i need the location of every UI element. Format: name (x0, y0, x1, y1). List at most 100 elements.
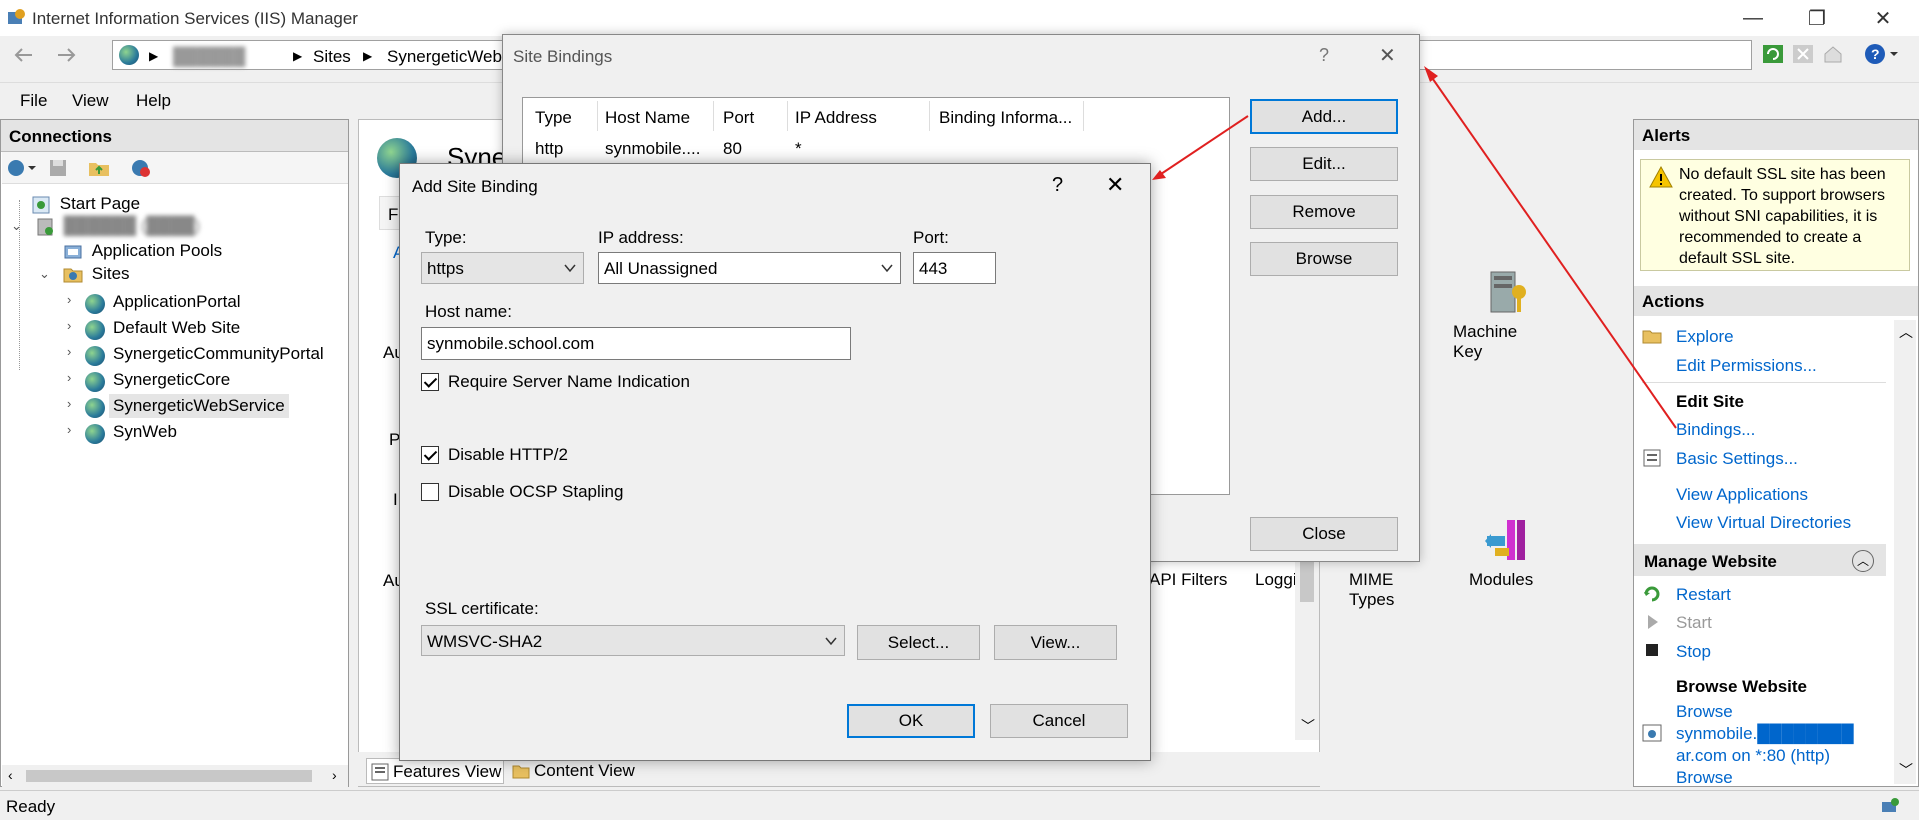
tree-label: Sites (91, 264, 130, 283)
host-name-input[interactable]: synmobile.school.com (421, 327, 851, 360)
site-bindings-help-button[interactable]: ? (1319, 45, 1329, 66)
back-arrow-icon[interactable] (10, 44, 36, 66)
require-sni-label[interactable]: Require Server Name Indication (448, 372, 690, 392)
port-input[interactable]: 443 (913, 252, 996, 284)
view-certificate-button[interactable]: View... (994, 625, 1117, 660)
maximize-button[interactable]: ❐ (1790, 0, 1844, 36)
action-browse-next[interactable]: Browse (1676, 768, 1733, 788)
ssl-certificate-select[interactable]: WMSVC-SHA2 (421, 625, 845, 656)
disable-http2-checkbox[interactable] (421, 446, 439, 464)
ok-button[interactable]: OK (847, 704, 975, 738)
chevron-down-icon[interactable]: ⌄ (11, 218, 22, 234)
chevron-right-icon[interactable]: › (67, 344, 71, 359)
cancel-button[interactable]: Cancel (990, 704, 1128, 738)
column-header-port[interactable]: Port (723, 108, 754, 128)
action-start[interactable]: Start (1676, 613, 1712, 633)
modules-label[interactable]: Modules (1469, 570, 1533, 590)
action-restart[interactable]: Restart (1676, 585, 1731, 605)
tree-site-synergetic-core[interactable]: SynergeticCore (113, 368, 230, 392)
path-site[interactable]: SynergeticWeb (387, 47, 502, 67)
action-stop[interactable]: Stop (1676, 642, 1711, 662)
browse-binding-button[interactable]: Browse (1250, 242, 1398, 276)
tree-app-pools[interactable]: Application Pools (63, 239, 222, 263)
column-header-binding-info[interactable]: Binding Informa... (939, 108, 1072, 128)
tree-site-application-portal[interactable]: ApplicationPortal (113, 290, 241, 314)
tree-site-default-web-site[interactable]: Default Web Site (113, 316, 240, 340)
disable-http2-label[interactable]: Disable HTTP/2 (448, 445, 568, 465)
stop-icon[interactable] (1792, 44, 1814, 64)
chevron-right-icon[interactable]: › (67, 422, 71, 437)
disable-ocsp-label[interactable]: Disable OCSP Stapling (448, 482, 623, 502)
tree-site-synergetic-web-service[interactable]: SynergeticWebService (109, 394, 289, 418)
disable-ocsp-checkbox[interactable] (421, 483, 439, 501)
action-explore[interactable]: Explore (1676, 327, 1734, 347)
tree-site-synweb[interactable]: SynWeb (113, 420, 177, 444)
help-icon[interactable]: ? (1864, 43, 1898, 65)
select-certificate-button[interactable]: Select... (857, 625, 980, 660)
action-basic-settings[interactable]: Basic Settings... (1676, 449, 1798, 469)
actions-vertical-scrollbar[interactable]: ︿ ﹀ (1894, 320, 1916, 784)
refresh-icon[interactable] (1762, 44, 1784, 64)
tab-content-view[interactable]: Content View (508, 758, 646, 784)
server-icon (37, 218, 53, 236)
tree-site-synergetic-community-portal[interactable]: SynergeticCommunityPortal (113, 342, 324, 366)
require-sni-checkbox[interactable] (421, 373, 439, 391)
site-bindings-close-x[interactable]: ✕ (1379, 43, 1396, 68)
scroll-thumb[interactable] (26, 770, 312, 782)
tree-server[interactable]: ██████ (████) (35, 214, 200, 238)
chevron-down-icon[interactable]: ⌄ (39, 266, 50, 282)
home-icon[interactable] (1822, 44, 1844, 64)
isapi-filters-label[interactable]: API Filters (1149, 570, 1227, 590)
add-binding-button[interactable]: Add... (1250, 99, 1398, 134)
action-edit-permissions[interactable]: Edit Permissions... (1676, 356, 1817, 376)
forward-arrow-icon[interactable] (54, 44, 80, 66)
chevron-right-icon[interactable]: › (67, 396, 71, 411)
path-sites[interactable]: Sites (313, 47, 351, 67)
window-close-button[interactable]: ✕ (1856, 0, 1910, 36)
column-header-ip-address[interactable]: IP Address (795, 108, 877, 128)
disconnect-icon[interactable] (130, 158, 152, 178)
scroll-up-icon[interactable]: ︿ (1899, 322, 1913, 342)
action-browse-url[interactable]: synmobile.████████ (1676, 724, 1854, 744)
ip-address-select[interactable]: All Unassigned (598, 252, 901, 284)
modules-icon[interactable] (1483, 518, 1529, 562)
tree-sites[interactable]: Sites (63, 262, 130, 286)
scroll-left-icon[interactable]: ‹ (8, 767, 13, 783)
type-select[interactable]: https (421, 252, 584, 284)
add-binding-close-x[interactable]: ✕ (1106, 172, 1124, 198)
add-site-binding-dialog: Add Site Binding ? ✕ Type: https IP addr… (399, 163, 1151, 761)
column-header-type[interactable]: Type (535, 108, 572, 128)
action-browse-label[interactable]: Browse (1676, 702, 1733, 722)
chevron-right-icon[interactable]: › (67, 370, 71, 385)
minimize-button[interactable]: — (1726, 0, 1780, 36)
connect-icon[interactable] (6, 158, 36, 178)
folder-up-icon[interactable] (88, 158, 110, 178)
scroll-down-icon[interactable]: ﹀ (1899, 760, 1913, 780)
save-icon[interactable] (48, 158, 68, 178)
machine-key-label[interactable]: Machine Key (1453, 322, 1517, 362)
machine-key-icon[interactable] (1485, 270, 1529, 316)
add-binding-help-button[interactable]: ? (1052, 174, 1063, 197)
action-view-applications[interactable]: View Applications (1676, 485, 1808, 505)
scroll-down-icon[interactable]: ﹀ (1301, 716, 1315, 736)
menu-view[interactable]: View (72, 91, 109, 111)
tab-features-view[interactable]: Features View (366, 758, 504, 784)
column-header-host-name[interactable]: Host Name (605, 108, 690, 128)
action-view-virtual-directories[interactable]: View Virtual Directories (1676, 513, 1851, 533)
chevron-right-icon[interactable]: › (67, 292, 71, 307)
collapse-section-icon[interactable]: ︿ (1852, 550, 1874, 572)
remove-binding-button[interactable]: Remove (1250, 195, 1398, 229)
menu-file[interactable]: File (20, 91, 47, 111)
action-browse-binding[interactable]: ar.com on *:80 (http) (1676, 746, 1830, 766)
close-bindings-button[interactable]: Close (1250, 517, 1398, 551)
tree-start-page[interactable]: Start Page (31, 192, 140, 216)
table-row[interactable]: http synmobile.... 80 * (523, 136, 1229, 162)
chevron-right-icon[interactable]: › (67, 318, 71, 333)
menu-help[interactable]: Help (136, 91, 171, 111)
path-server[interactable]: ██████ (173, 47, 245, 67)
connections-horizontal-scrollbar[interactable]: ‹ › (2, 765, 348, 787)
action-bindings[interactable]: Bindings... (1676, 420, 1755, 440)
mime-types-label[interactable]: MIME Types (1349, 570, 1394, 610)
edit-binding-button[interactable]: Edit... (1250, 147, 1398, 181)
scroll-right-icon[interactable]: › (332, 767, 337, 783)
